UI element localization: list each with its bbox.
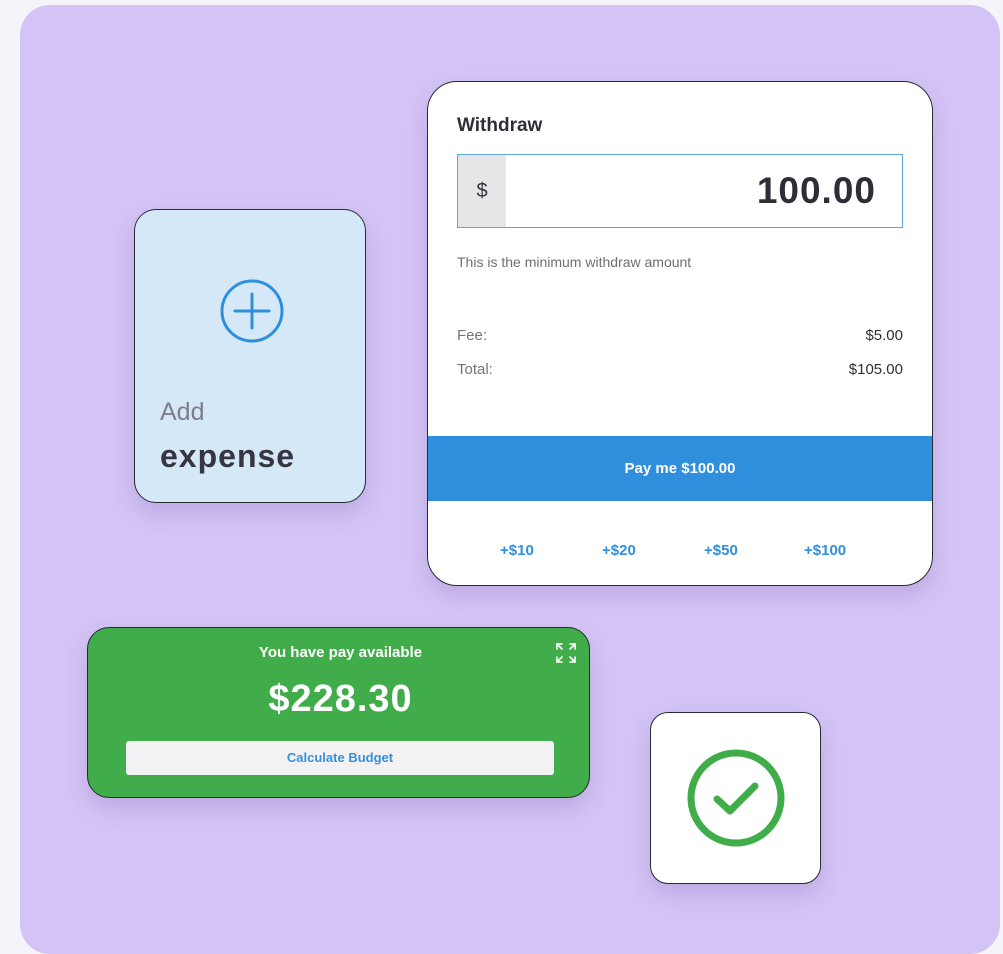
pay-available-amount: $228.30 bbox=[268, 678, 413, 720]
add-expense-card[interactable]: Add expense bbox=[134, 209, 366, 503]
total-row: Total: $105.00 bbox=[457, 361, 903, 378]
currency-prefix: $ bbox=[458, 155, 506, 227]
withdraw-amount-input[interactable]: $ 100.00 bbox=[457, 154, 903, 228]
withdraw-amount-value[interactable]: 100.00 bbox=[757, 155, 876, 227]
fee-row: Fee: $5.00 bbox=[457, 327, 903, 344]
plus-circle-icon bbox=[220, 279, 284, 343]
withdraw-title: Withdraw bbox=[457, 115, 543, 136]
add-expense-label-line1: Add bbox=[160, 398, 205, 426]
pay-available-card: You have pay available $228.30 Calculate… bbox=[87, 627, 590, 798]
pay-available-title: You have pay available bbox=[258, 644, 423, 661]
add-expense-label-line2: expense bbox=[160, 438, 296, 474]
fee-value: $5.00 bbox=[865, 327, 903, 344]
quick-amount-50-button[interactable]: +$50 bbox=[704, 542, 738, 559]
expand-icon[interactable] bbox=[554, 641, 578, 665]
success-check-card bbox=[650, 712, 821, 884]
pay-me-button[interactable]: Pay me $100.00 bbox=[428, 436, 932, 501]
total-label: Total: bbox=[457, 361, 493, 378]
withdraw-card: Withdraw $ 100.00 This is the minimum wi… bbox=[427, 81, 933, 586]
check-circle-icon bbox=[687, 749, 785, 847]
quick-amount-10-button[interactable]: +$10 bbox=[500, 542, 534, 559]
minimum-amount-hint: This is the minimum withdraw amount bbox=[457, 254, 692, 270]
fee-label: Fee: bbox=[457, 327, 488, 344]
quick-amount-100-button[interactable]: +$100 bbox=[804, 542, 846, 559]
calculate-budget-button[interactable]: Calculate Budget bbox=[126, 741, 554, 775]
total-value: $105.00 bbox=[848, 361, 903, 378]
quick-amount-20-button[interactable]: +$20 bbox=[602, 542, 636, 559]
